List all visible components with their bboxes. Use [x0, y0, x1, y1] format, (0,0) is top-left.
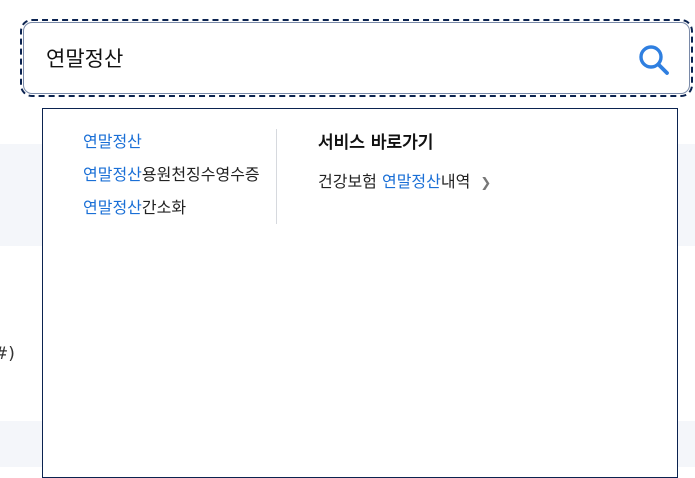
suggestion-item[interactable]: 연말정산 — [83, 131, 260, 153]
suggestion-item[interactable]: 연말정산용원천징수영수증 — [83, 164, 260, 186]
quick-link-suffix: 내역 — [440, 172, 471, 191]
suggestion-rest: 용원천징수영수증 — [141, 165, 260, 184]
background-text-fragment: #) — [0, 344, 15, 364]
suggestion-rest: 간소화 — [141, 198, 187, 217]
search-box — [20, 19, 693, 97]
suggestion-highlight: 연말정산 — [83, 165, 142, 184]
suggestion-list: 연말정산 연말정산용원천징수영수증 연말정산간소화 — [83, 131, 260, 230]
suggestion-highlight: 연말정산 — [83, 198, 142, 217]
search-input[interactable] — [46, 41, 606, 75]
search-icon — [639, 45, 669, 75]
autocomplete-dropdown: 연말정산 연말정산용원천징수영수증 연말정산간소화 서비스 바로가기 건강보험 … — [42, 108, 678, 478]
quick-link-prefix: 건강보험 — [318, 172, 382, 191]
quick-link-highlight: 연말정산 — [381, 172, 441, 191]
quick-links-title: 서비스 바로가기 — [318, 133, 434, 153]
search-button[interactable] — [637, 43, 671, 77]
quick-link-health-insurance[interactable]: 건강보험 연말정산내역 ❯ — [318, 171, 491, 193]
chevron-right-icon: ❯ — [480, 176, 492, 191]
quick-links-section: 서비스 바로가기 건강보험 연말정산내역 ❯ — [318, 131, 491, 193]
suggestion-item[interactable]: 연말정산간소화 — [83, 197, 260, 219]
column-divider — [276, 129, 277, 224]
suggestion-highlight: 연말정산 — [83, 132, 142, 151]
